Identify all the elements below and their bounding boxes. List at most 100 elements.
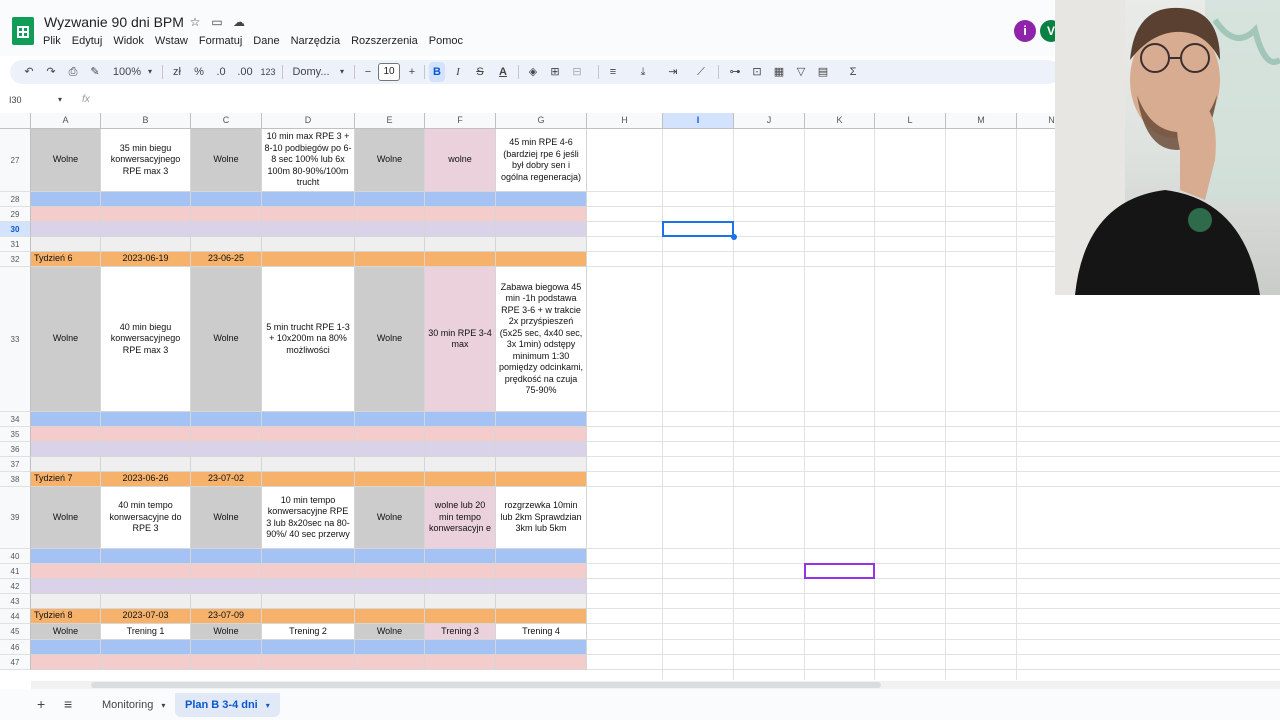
cell-A35[interactable] xyxy=(31,427,101,442)
cell-D32[interactable] xyxy=(262,252,355,267)
vertical-align-icon[interactable]: ⤓ xyxy=(636,62,650,82)
cell-G44[interactable] xyxy=(496,609,587,624)
strikethrough-button[interactable]: S xyxy=(473,62,487,82)
row-header[interactable]: 39 xyxy=(0,487,31,549)
cell-D34[interactable] xyxy=(262,412,355,427)
percent-format-button[interactable]: % xyxy=(192,62,206,82)
cell-C36[interactable] xyxy=(191,442,262,457)
scrollbar-thumb[interactable] xyxy=(91,682,881,688)
cell-E37[interactable] xyxy=(355,457,425,472)
cell-E42[interactable] xyxy=(355,579,425,594)
cell-B30[interactable] xyxy=(101,222,191,237)
cell-D29[interactable] xyxy=(262,207,355,222)
cell-E36[interactable] xyxy=(355,442,425,457)
all-sheets-icon[interactable]: ≡ xyxy=(64,696,72,712)
undo-icon[interactable]: ↶ xyxy=(22,62,36,82)
cell-G36[interactable] xyxy=(496,442,587,457)
menu-item[interactable]: Dane xyxy=(253,35,279,47)
cell-F47[interactable] xyxy=(425,655,496,670)
row-header[interactable]: 32 xyxy=(0,252,31,267)
cell-E47[interactable] xyxy=(355,655,425,670)
cell-B29[interactable] xyxy=(101,207,191,222)
cell-F40[interactable] xyxy=(425,549,496,564)
cell-C45[interactable]: Wolne xyxy=(191,624,262,640)
extension-icon[interactable]: i xyxy=(1014,20,1036,42)
menu-item[interactable]: Pomoc xyxy=(429,35,463,47)
cell-G29[interactable] xyxy=(496,207,587,222)
sheets-logo-icon[interactable] xyxy=(12,17,34,45)
tab-monitoring[interactable]: Monitoring ▾ xyxy=(92,693,175,717)
menu-item[interactable]: Formatuj xyxy=(199,35,242,47)
cell-G32[interactable] xyxy=(496,252,587,267)
cell-D44[interactable] xyxy=(262,609,355,624)
row-header[interactable]: 47 xyxy=(0,655,31,670)
cell-G38[interactable] xyxy=(496,472,587,487)
filter-views-icon[interactable]: ▤ xyxy=(816,62,830,82)
insert-link-icon[interactable]: ⊶ xyxy=(728,62,742,82)
text-rotation-icon[interactable]: ⟋ xyxy=(694,62,708,82)
cell-D40[interactable] xyxy=(262,549,355,564)
column-header[interactable]: H xyxy=(587,113,663,129)
font-select[interactable]: Domy... xyxy=(292,62,330,82)
column-header[interactable]: E xyxy=(355,113,425,129)
column-header[interactable]: L xyxy=(875,113,946,129)
cell-C28[interactable] xyxy=(191,192,262,207)
cell-B36[interactable] xyxy=(101,442,191,457)
cell-G31[interactable] xyxy=(496,237,587,252)
star-icon[interactable]: ☆ xyxy=(188,15,202,29)
row-header[interactable]: 29 xyxy=(0,207,31,222)
cell-B43[interactable] xyxy=(101,594,191,609)
cell-D38[interactable] xyxy=(262,472,355,487)
cell-A31[interactable] xyxy=(31,237,101,252)
cell-E43[interactable] xyxy=(355,594,425,609)
chevron-down-icon[interactable]: ▾ xyxy=(58,95,62,104)
cell-G42[interactable] xyxy=(496,579,587,594)
row-header[interactable]: 43 xyxy=(0,594,31,609)
row-header[interactable]: 42 xyxy=(0,579,31,594)
cell-B27[interactable]: 35 min biegu konwersacyjnego RPE max 3 xyxy=(101,129,191,192)
cell-A45[interactable]: Wolne xyxy=(31,624,101,640)
row-header[interactable]: 33 xyxy=(0,267,31,412)
cell-E34[interactable] xyxy=(355,412,425,427)
cell-E29[interactable] xyxy=(355,207,425,222)
text-color-button[interactable]: A xyxy=(496,62,510,82)
cell-G28[interactable] xyxy=(496,192,587,207)
cell-D33[interactable]: 5 min trucht RPE 1-3 + 10x200m na 80% mo… xyxy=(262,267,355,412)
cell-A29[interactable] xyxy=(31,207,101,222)
cell-B45[interactable]: Trening 1 xyxy=(101,624,191,640)
cell-A32[interactable]: Tydzień 6 xyxy=(31,252,101,267)
cell-G45[interactable]: Trening 4 xyxy=(496,624,587,640)
cell-B38[interactable]: 2023-06-26 xyxy=(101,472,191,487)
cell-F43[interactable] xyxy=(425,594,496,609)
cell-D42[interactable] xyxy=(262,579,355,594)
column-header[interactable]: F xyxy=(425,113,496,129)
functions-button[interactable]: Σ xyxy=(846,62,860,82)
cell-C42[interactable] xyxy=(191,579,262,594)
cell-A33[interactable]: Wolne xyxy=(31,267,101,412)
menu-item[interactable]: Rozszerzenia xyxy=(351,35,418,47)
cell-B46[interactable] xyxy=(101,640,191,655)
cell-C43[interactable] xyxy=(191,594,262,609)
column-header[interactable]: A xyxy=(31,113,101,129)
cell-D39[interactable]: 10 min tempo konwersacyjne RPE 3 lub 8x2… xyxy=(262,487,355,549)
row-header[interactable]: 38 xyxy=(0,472,31,487)
cell-F38[interactable] xyxy=(425,472,496,487)
cell-A39[interactable]: Wolne xyxy=(31,487,101,549)
cell-F30[interactable] xyxy=(425,222,496,237)
cell-B41[interactable] xyxy=(101,564,191,579)
decrease-font-size-icon[interactable]: − xyxy=(362,62,374,82)
cell-C31[interactable] xyxy=(191,237,262,252)
cell-F42[interactable] xyxy=(425,579,496,594)
cell-F39[interactable]: wolne lub 20 min tempo konwersacyjn e xyxy=(425,487,496,549)
cell-F33[interactable]: 30 min RPE 3-4 max xyxy=(425,267,496,412)
row-header[interactable]: 41 xyxy=(0,564,31,579)
column-header[interactable]: K xyxy=(805,113,875,129)
cell-A40[interactable] xyxy=(31,549,101,564)
redo-icon[interactable]: ↷ xyxy=(44,62,58,82)
cell-F36[interactable] xyxy=(425,442,496,457)
cell-G40[interactable] xyxy=(496,549,587,564)
cell-G39[interactable]: rozgrzewka 10min lub 2km Sprawdzian 3km … xyxy=(496,487,587,549)
cell-D43[interactable] xyxy=(262,594,355,609)
cell-B32[interactable]: 2023-06-19 xyxy=(101,252,191,267)
cell-G47[interactable] xyxy=(496,655,587,670)
